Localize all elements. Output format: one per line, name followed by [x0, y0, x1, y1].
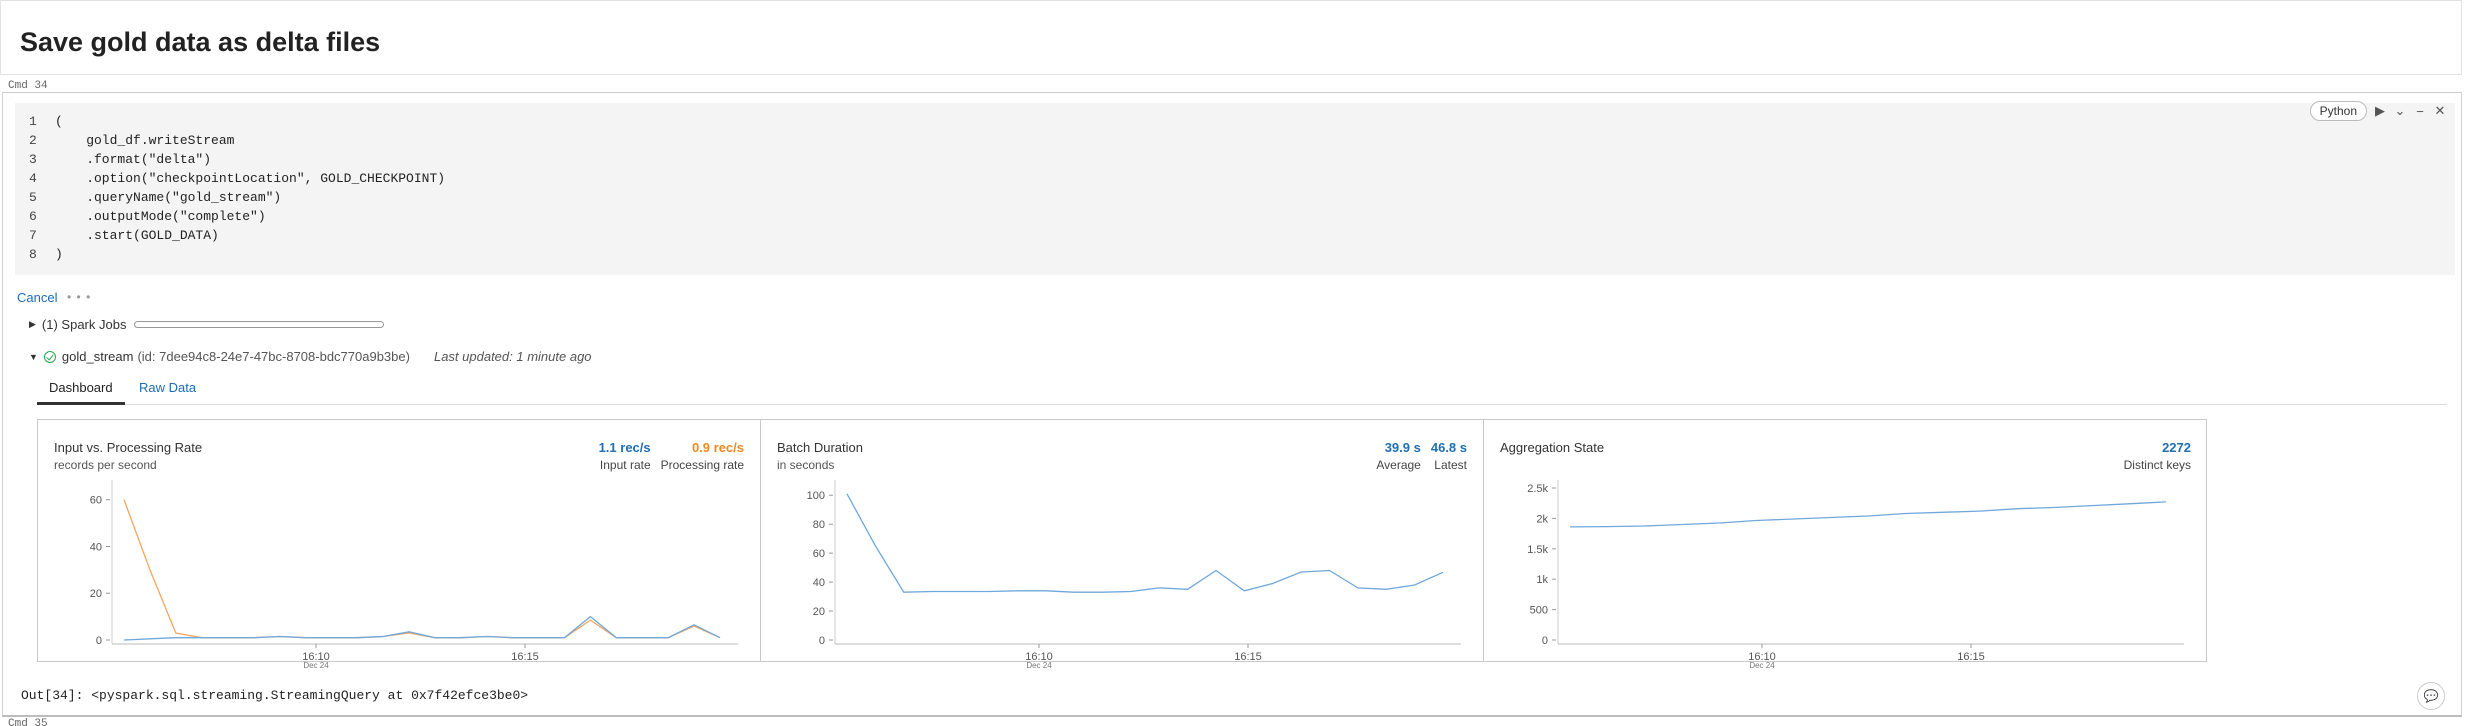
- y-tick-label: 0: [1542, 635, 1548, 647]
- metric-label: Average: [1376, 458, 1421, 472]
- dashboard-tabs: Dashboard Raw Data: [37, 373, 2447, 405]
- code-line: 2 gold_df.writeStream: [29, 133, 235, 148]
- code-editor[interactable]: 1( 2 gold_df.writeStream 3 .format("delt…: [15, 103, 2455, 275]
- dashboard-panels: Input vs. Processing Rate records per se…: [37, 419, 2207, 670]
- rate-line-chart: 020406016:10Dec 2416:15: [90, 480, 738, 670]
- metric-value: 2272: [2162, 440, 2191, 455]
- series-line: [123, 615, 721, 641]
- latest-metric: 46.8 s Latest: [1431, 440, 1467, 472]
- check-circle-icon: [43, 350, 56, 363]
- code-line: 3 .format("delta"): [29, 152, 212, 167]
- stream-header[interactable]: ▼ gold_stream (id: 7dee94c8-24e7-47bc-87…: [29, 349, 592, 364]
- distinct-keys-metric: 2272 Distinct keys: [2124, 440, 2191, 472]
- metric-label: Distinct keys: [2123, 458, 2191, 472]
- comment-icon[interactable]: 💬: [2417, 682, 2445, 710]
- y-tick-label: 1.5k: [1527, 544, 1548, 556]
- x-subtick-label: Dec 24: [303, 661, 329, 670]
- panel-metrics: 1.1 rec/s Input rate 0.9 rec/s Processin…: [599, 440, 744, 472]
- panel-title: Batch Duration: [777, 440, 863, 455]
- code-line: 7 .start(GOLD_DATA): [29, 228, 219, 243]
- tab-dashboard[interactable]: Dashboard: [37, 373, 125, 405]
- code-cell[interactable]: 1( 2 gold_df.writeStream 3 .format("delt…: [2, 92, 2462, 717]
- y-tick-label: 2.5k: [1527, 483, 1548, 495]
- panel-metrics: 39.9 s Average 46.8 s Latest: [1376, 440, 1467, 472]
- code-line: 6 .outputMode("complete"): [29, 209, 266, 224]
- tab-raw-data[interactable]: Raw Data: [127, 373, 208, 405]
- metric-value: 0.9 rec/s: [691, 440, 744, 455]
- cell-toolbar: Python ▶ ⌄ − ✕: [2309, 101, 2447, 121]
- x-tick-label: 16:15: [1234, 651, 1262, 663]
- x-tick-label: 16:15: [1957, 651, 1985, 663]
- cmd-label: Cmd 35: [8, 718, 48, 726]
- x-tick-label: 16:15: [511, 651, 539, 663]
- series-line: [846, 493, 1444, 593]
- y-tick-label: 80: [813, 519, 825, 531]
- run-icon[interactable]: ▶: [2373, 103, 2387, 119]
- y-tick-label: 0: [819, 635, 825, 647]
- x-subtick-label: Dec 24: [1749, 661, 1775, 670]
- metric-label: Processing rate: [660, 458, 744, 472]
- markdown-cell[interactable]: Save gold data as delta files: [0, 0, 2462, 75]
- spark-jobs-label[interactable]: (1) Spark Jobs: [42, 317, 127, 332]
- close-icon[interactable]: ✕: [2433, 103, 2447, 119]
- cell-output: Out[34]: <pyspark.sql.streaming.Streamin…: [21, 688, 529, 703]
- language-button[interactable]: Python: [2309, 101, 2367, 121]
- y-tick-label: 500: [1530, 605, 1548, 617]
- y-tick-label: 20: [813, 606, 825, 618]
- y-tick-label: 40: [813, 577, 825, 589]
- y-tick-label: 40: [90, 541, 102, 553]
- batch-duration-panel: Batch Duration in seconds 39.9 s Average…: [761, 420, 1484, 670]
- processing-rate-metric: 0.9 rec/s Processing rate: [661, 440, 744, 472]
- jobs-progress-bar: [134, 321, 385, 328]
- input-rate-metric: 1.1 rec/s Input rate: [599, 440, 651, 472]
- x-subtick-label: Dec 24: [1026, 661, 1052, 670]
- chevron-down-icon[interactable]: ⌄: [2393, 103, 2407, 119]
- y-tick-label: 100: [807, 490, 825, 502]
- spark-jobs-row[interactable]: ▶ (1) Spark Jobs: [29, 317, 385, 332]
- cancel-link[interactable]: Cancel: [17, 290, 57, 305]
- batch-duration-chart: 02040608010016:10Dec 2416:15: [807, 480, 1461, 670]
- y-tick-label: 0: [96, 635, 102, 647]
- running-spinner: • • •: [67, 290, 92, 304]
- minimize-icon[interactable]: −: [2413, 104, 2427, 119]
- last-updated: Last updated: 1 minute ago: [433, 349, 592, 364]
- y-tick-label: 60: [813, 548, 825, 560]
- aggregation-state-panel: Aggregation State 2272 Distinct keys 0 50…: [1484, 420, 2207, 670]
- input-processing-rate-panel: Input vs. Processing Rate records per se…: [38, 420, 761, 670]
- average-metric: 39.9 s Average: [1376, 440, 1420, 472]
- metric-value: 39.9 s: [1384, 440, 1421, 455]
- panel-metrics: 2272 Distinct keys: [2124, 440, 2191, 472]
- markdown-title: Save gold data as delta files: [20, 27, 381, 57]
- metric-value: 46.8 s: [1430, 440, 1467, 455]
- y-tick-label: 20: [90, 588, 102, 600]
- metric-label: Input rate: [599, 458, 651, 472]
- series-line: [123, 499, 721, 639]
- panel-title: Input vs. Processing Rate: [54, 440, 203, 455]
- panel-title: Aggregation State: [1500, 440, 1605, 455]
- panel-subtitle: in seconds: [777, 458, 835, 472]
- y-tick-label: 60: [90, 495, 102, 507]
- code-line: 8): [29, 247, 63, 262]
- metric-value: 1.1 rec/s: [598, 440, 651, 455]
- aggregation-state-chart: 05001k1.5k2k2.5k16:10Dec 2416:15: [1527, 480, 2184, 670]
- y-tick-label: 1k: [1536, 574, 1548, 586]
- code-line: 1(: [29, 114, 63, 129]
- code-line: 4 .option("checkpointLocation", GOLD_CHE…: [29, 171, 446, 186]
- stream-id: (id: 7dee94c8-24e7-47bc-8708-bdc770a9b3b…: [137, 349, 410, 364]
- cmd-label: Cmd 34: [8, 80, 48, 92]
- series-line: [1569, 501, 2167, 528]
- panel-subtitle: records per second: [54, 458, 157, 472]
- caret-right-icon[interactable]: ▶: [29, 319, 36, 330]
- stream-name: gold_stream: [61, 349, 134, 364]
- code-line: 5 .queryName("gold_stream"): [29, 190, 282, 205]
- y-tick-label: 2k: [1536, 513, 1548, 525]
- caret-down-icon[interactable]: ▼: [29, 352, 38, 362]
- metric-label: Latest: [1434, 458, 1467, 472]
